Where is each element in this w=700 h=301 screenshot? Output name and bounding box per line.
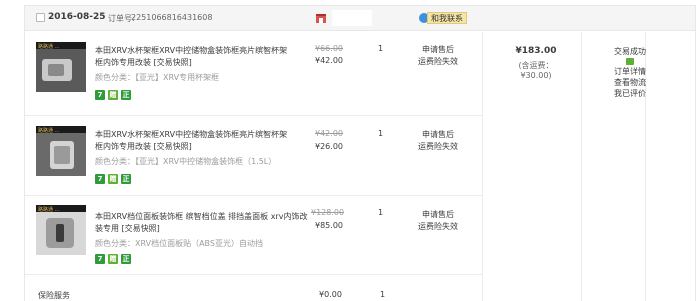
- product-badges: 7赠正: [95, 174, 134, 186]
- seven-day-return-badge[interactable]: 7: [95, 254, 105, 264]
- quantity: 1: [378, 44, 384, 53]
- shop-name[interactable]: [332, 10, 372, 26]
- apply-aftersale-link[interactable]: 申请售后: [408, 129, 468, 141]
- insurance-price: ¥0.00: [319, 290, 342, 299]
- paid-price: ¥26.00: [315, 142, 343, 151]
- product-attributes: 颜色分类：XRV档位面板贴（ABS亚光）自动挡: [95, 239, 263, 248]
- original-price: ¥42.00: [315, 129, 343, 138]
- shipping-insurance-status: 运费险失效: [418, 57, 458, 66]
- row-divider: [25, 115, 483, 116]
- genuine-badge[interactable]: 正: [121, 90, 131, 100]
- row-divider: [25, 195, 483, 196]
- product-attributes: 颜色分类：【亚光】XRV中控储物盒装饰框（1.5L）: [95, 157, 277, 166]
- trade-status: 交易成功: [614, 47, 646, 56]
- reviewed-link[interactable]: 我已评价: [607, 88, 653, 99]
- order-card: 2016-08-25 订单号: 2251066816431608 和我联系 路路…: [24, 5, 696, 301]
- paid-price: ¥42.00: [315, 56, 343, 65]
- product-badges: 7赠正: [95, 90, 134, 102]
- message-icon[interactable]: [626, 58, 634, 65]
- row-divider: [25, 274, 483, 275]
- original-price: ¥66.00: [315, 44, 343, 53]
- order-number: 2251066816431608: [131, 13, 213, 22]
- product-title-link[interactable]: 本田XRV档位面板装饰框 缤智档位盖 排挡盖面板 xrv内饰改装专用 [交易快照…: [95, 211, 315, 235]
- shipping-insurance-status: 运费险失效: [418, 142, 458, 151]
- order-header: 2016-08-25 订单号: 2251066816431608 和我联系: [25, 6, 695, 31]
- seven-day-return-badge[interactable]: 7: [95, 174, 105, 184]
- paid-price: ¥85.00: [315, 221, 343, 230]
- shop-icon[interactable]: [315, 12, 327, 24]
- product-thumbnail[interactable]: 路路通 ...: [36, 42, 86, 92]
- aftersale-cell: 申请售后 运费险失效: [408, 209, 468, 233]
- order-total: ¥183.00: [515, 46, 557, 56]
- apply-aftersale-link[interactable]: 申请售后: [408, 209, 468, 221]
- order-checkbox[interactable]: [36, 13, 45, 22]
- insurance-quantity: 1: [380, 290, 386, 299]
- product-badges: 7赠正: [95, 254, 134, 266]
- product-thumbnail[interactable]: 路路通 ...: [36, 205, 86, 255]
- seven-day-return-badge[interactable]: 7: [95, 90, 105, 100]
- gift-badge[interactable]: 赠: [108, 174, 118, 184]
- order-detail-link[interactable]: 订单详情: [607, 66, 653, 77]
- product-title-link[interactable]: 本田XRV水杯架框XRV中控储物盒装饰框亮片缤智杯架框内饰专用改装 [交易快照]: [95, 129, 295, 153]
- shipping-fee: (含运费：¥30.00): [518, 61, 554, 80]
- shipping-insurance-status: 运费险失效: [418, 222, 458, 231]
- genuine-badge[interactable]: 正: [121, 254, 131, 264]
- genuine-badge[interactable]: 正: [121, 174, 131, 184]
- quantity: 1: [378, 208, 384, 217]
- aftersale-cell: 申请售后 运费险失效: [408, 129, 468, 153]
- contact-seller-button[interactable]: 和我联系: [427, 12, 467, 24]
- apply-aftersale-link[interactable]: 申请售后: [408, 44, 468, 56]
- product-attributes: 颜色分类：【亚光】XRV专用杯架框: [95, 73, 220, 82]
- order-date: 2016-08-25: [48, 12, 106, 22]
- gift-badge[interactable]: 赠: [108, 254, 118, 264]
- product-title-link[interactable]: 本田XRV水杯架框XRV中控储物盒装饰框亮片缤智杯架框内饰专用改装 [交易快照]: [95, 45, 295, 69]
- gift-badge[interactable]: 赠: [108, 90, 118, 100]
- aftersale-cell: 申请售后 运费险失效: [408, 44, 468, 68]
- insurance-service-label: 保险服务: [38, 291, 70, 300]
- column-divider: [482, 32, 483, 301]
- quantity: 1: [378, 129, 384, 138]
- order-status-column: 交易成功 订单详情 查看物流 我已评价: [607, 46, 653, 99]
- original-price: ¥128.00: [311, 208, 345, 217]
- product-thumbnail[interactable]: 路路通 ...: [36, 126, 86, 176]
- product-image: [36, 133, 86, 176]
- product-image: [36, 49, 86, 92]
- product-image: [36, 212, 86, 255]
- view-logistics-link[interactable]: 查看物流: [607, 77, 653, 88]
- column-divider: [581, 32, 582, 301]
